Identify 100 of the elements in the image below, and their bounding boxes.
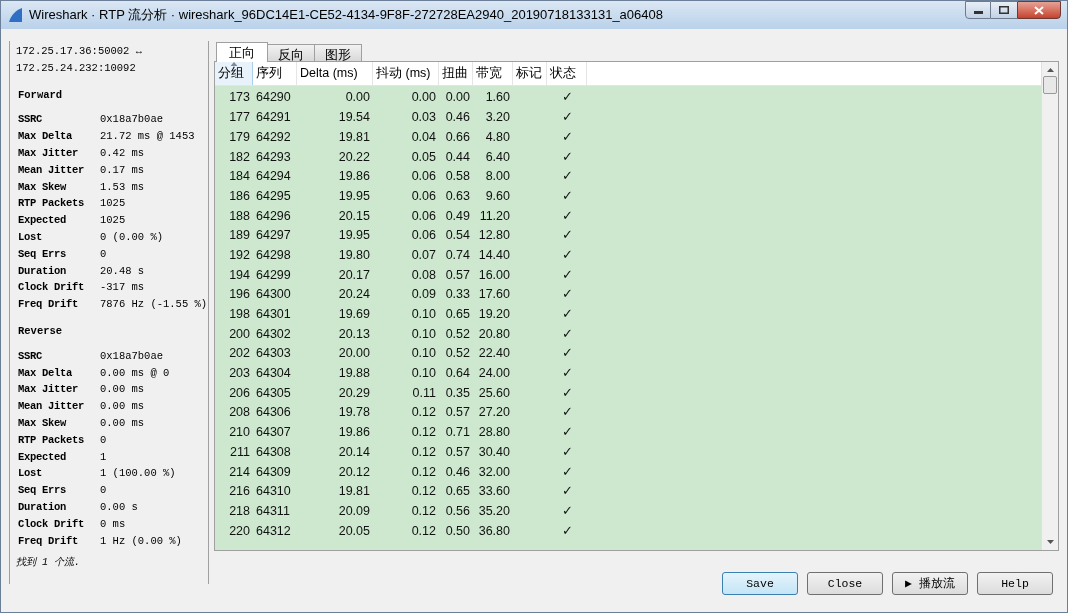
table-cell: ✓ <box>561 346 573 361</box>
table-cell: 64297 <box>256 228 291 243</box>
table-cell: 0.00 <box>445 90 470 105</box>
stat-value: 0.00 ms <box>100 415 145 431</box>
stat-value: 1025 <box>100 196 126 212</box>
table-cell: 20.29 <box>338 385 370 400</box>
table-cell: 64307 <box>256 425 291 440</box>
table-cell: 64294 <box>256 169 291 184</box>
table-cell: 19.86 <box>338 425 370 440</box>
stat-value: 0.00 ms @ 0 <box>100 365 170 381</box>
endpoint-text: 172.25.17.36:50002 ↔ <box>16 44 144 59</box>
tab[interactable]: 图形 <box>314 44 362 61</box>
table-cell: 0.04 <box>411 129 436 144</box>
table-cell: 19.95 <box>338 228 370 243</box>
column-header[interactable]: 带宽 <box>473 62 513 85</box>
table-cell: 0.54 <box>445 228 470 243</box>
table-cell: 20.12 <box>338 464 370 479</box>
table-cell: 0.12 <box>411 425 436 440</box>
table-cell: 19.81 <box>338 484 370 499</box>
table-cell: 64290 <box>256 90 291 105</box>
table-cell: 0.50 <box>445 523 470 538</box>
scroll-up-icon <box>1046 68 1054 72</box>
scrollbar[interactable] <box>1041 62 1058 550</box>
table-cell: 19.20 <box>478 307 510 322</box>
table-cell: 64310 <box>256 484 291 499</box>
tab[interactable]: 反向 <box>267 44 315 61</box>
column-header[interactable]: Delta (ms) <box>297 62 373 85</box>
table-cell: ✓ <box>561 90 573 105</box>
scroll-thumb[interactable] <box>1043 76 1057 94</box>
stat-label: Mean Jitter <box>18 399 85 415</box>
table-cell: 0.07 <box>411 247 436 262</box>
stat-label: Max Skew <box>18 179 68 195</box>
table-cell: 0.11 <box>412 385 436 400</box>
table-cell: 194 <box>229 267 250 282</box>
close-button[interactable] <box>1017 1 1061 19</box>
table-cell: 64311 <box>256 503 290 518</box>
dialog-button[interactable]: Save <box>722 572 798 595</box>
table-cell: 64308 <box>256 444 291 459</box>
table-cell: 220 <box>229 523 250 538</box>
maximize-button[interactable] <box>991 1 1017 19</box>
table-cell: 6.40 <box>485 149 510 164</box>
table-cell: 19.78 <box>338 405 370 420</box>
column-header[interactable]: 分组 <box>215 62 253 85</box>
dialog-button[interactable]: ▶ 播放流 <box>892 572 968 595</box>
column-header[interactable]: 序列 <box>253 62 297 85</box>
table-cell: 0.65 <box>445 307 470 322</box>
table-cell: ✓ <box>561 484 573 499</box>
maximize-icon <box>999 6 1009 14</box>
stat-label: Max Delta <box>18 365 73 381</box>
table-cell: 0.10 <box>411 326 436 341</box>
table-cell: 20.05 <box>338 523 370 538</box>
stat-value: 0.00 s <box>100 499 138 515</box>
table-cell: 0.05 <box>411 149 436 164</box>
dialog-button[interactable]: Help <box>977 572 1053 595</box>
stat-label: Max Skew <box>18 415 68 431</box>
table-cell: 0.12 <box>411 523 436 538</box>
table-cell: 64312 <box>256 523 291 538</box>
stat-value: 7876 Hz (-1.55 %) <box>100 297 208 313</box>
stat-value: 0 ms <box>100 516 126 532</box>
stat-label: Freq Drift <box>18 297 79 313</box>
table-cell: 177 <box>229 110 250 125</box>
stat-value: -317 ms <box>100 280 145 296</box>
table-cell: 0.66 <box>445 129 470 144</box>
table-cell: 188 <box>229 208 250 223</box>
table-cell: ✓ <box>561 188 573 203</box>
stat-value: 0 <box>100 246 107 262</box>
table-cell: 184 <box>229 169 250 184</box>
table-cell: 19.86 <box>338 169 370 184</box>
table-cell: 19.95 <box>338 188 370 203</box>
table-cell: 20.15 <box>338 208 370 223</box>
table-cell: 4.80 <box>485 129 510 144</box>
dialog-button[interactable]: Close <box>807 572 883 595</box>
minimize-button[interactable] <box>965 1 991 19</box>
column-header[interactable]: 标记 <box>513 62 547 85</box>
table-cell: 16.00 <box>478 267 510 282</box>
stat-label: Seq Errs <box>18 246 67 262</box>
section-heading: Forward <box>18 87 64 103</box>
stat-label: Max Jitter <box>18 146 79 161</box>
column-header[interactable]: 状态 <box>547 62 587 85</box>
table-cell: 20.13 <box>338 326 370 341</box>
table-cell: 0.06 <box>411 228 436 243</box>
table-cell: 0.12 <box>411 405 436 420</box>
table-cell: 214 <box>229 464 250 479</box>
table-cell: 30.40 <box>478 444 510 459</box>
table-cell: 173 <box>229 90 250 105</box>
table-cell: 14.40 <box>478 247 510 262</box>
tab[interactable]: 正向 <box>216 42 268 62</box>
window-title: Wireshark · RTP 流分析 · wireshark_96DC14E1-CE52-4134-9F8F-272728EA2940_20190718133131_a06408 <box>29 6 663 25</box>
table-cell: 0.57 <box>445 267 470 282</box>
table-cell: 0.64 <box>445 366 470 381</box>
table-cell: 20.14 <box>338 444 370 459</box>
fin-icon <box>7 7 23 23</box>
table-cell: 0.06 <box>411 188 436 203</box>
column-header[interactable]: 扭曲 <box>439 62 473 85</box>
table-cell: ✓ <box>561 247 573 262</box>
column-header[interactable]: 抖动 (ms) <box>373 62 439 85</box>
table-cell: 3.20 <box>485 110 510 125</box>
table-cell: 64303 <box>256 346 291 361</box>
table-cell: ✓ <box>561 366 573 381</box>
stat-label: Duration <box>18 499 67 515</box>
